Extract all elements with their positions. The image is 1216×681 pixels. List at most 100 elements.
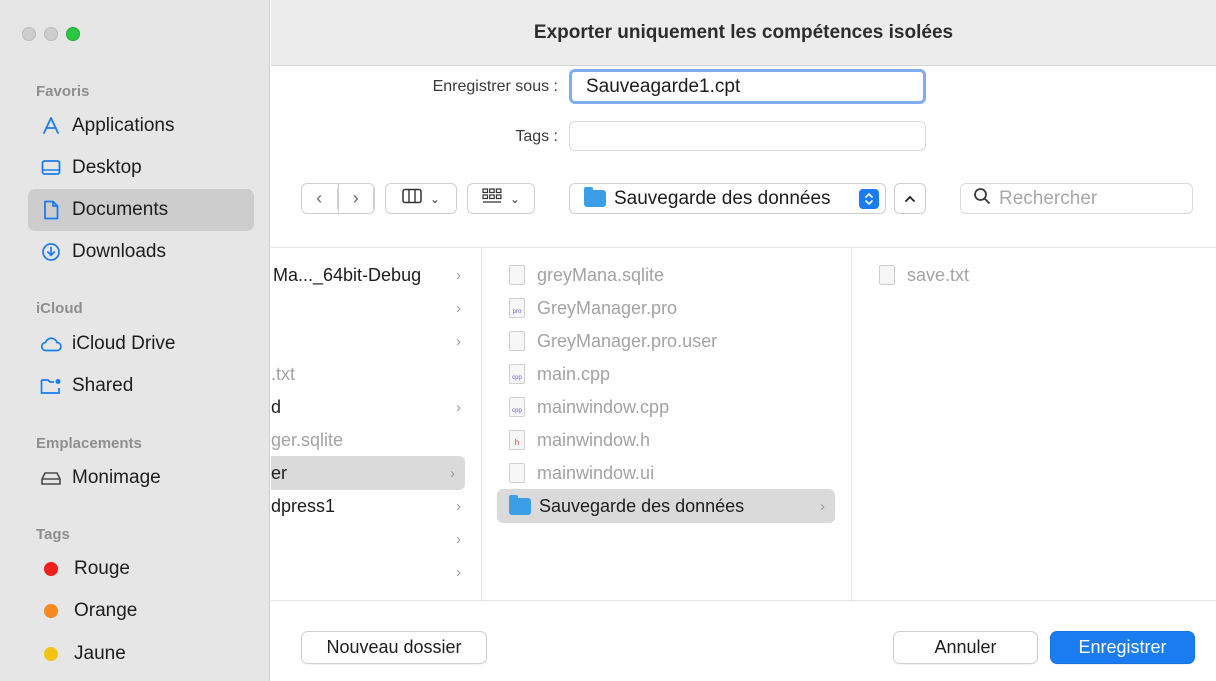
chevron-right-icon: › <box>820 497 825 515</box>
list-item[interactable]: pro GreyManager.pro <box>509 291 839 325</box>
window-controls <box>22 27 80 41</box>
list-item[interactable]: greyMana.sqlite <box>509 258 839 292</box>
file-icon <box>509 463 525 483</box>
list-item[interactable]: › <box>271 291 471 325</box>
sidebar-item-label: Applications <box>72 115 175 136</box>
sidebar-section-favorites: Favoris <box>36 83 90 100</box>
chevron-right-icon: › <box>456 563 461 581</box>
cancel-button[interactable]: Annuler <box>893 631 1038 664</box>
navigation-buttons: ‹ › <box>301 183 375 214</box>
sidebar-item-documents[interactable]: Documents <box>28 189 254 231</box>
chevron-up-icon <box>904 190 916 208</box>
sidebar-item-downloads[interactable]: Downloads <box>28 231 254 273</box>
list-item[interactable]: mainwindow.ui <box>509 456 839 490</box>
sidebar-item-applications[interactable]: Applications <box>28 105 254 147</box>
sidebar-item-tag-orange[interactable]: Orange <box>28 590 254 632</box>
download-icon <box>40 241 62 263</box>
red-tag-icon <box>44 562 58 576</box>
sidebar-item-tag-rouge[interactable]: Rouge <box>28 548 254 590</box>
list-item-selected[interactable]: er › <box>271 456 465 490</box>
sidebar-item-label: Rouge <box>74 558 130 579</box>
sidebar-item-label: Downloads <box>72 241 166 262</box>
orange-tag-icon <box>44 604 58 618</box>
window-title: Exporter uniquement les compétences isol… <box>271 0 1216 66</box>
disk-icon <box>40 467 62 489</box>
sidebar-section-locations: Emplacements <box>36 435 142 452</box>
sidebar-item-tag-jaune[interactable]: Jaune <box>28 633 254 675</box>
header-file-icon: h <box>509 430 525 450</box>
columns-view-icon <box>402 188 422 209</box>
back-button[interactable]: ‹ <box>302 184 339 213</box>
list-item[interactable]: Ma..._64bit-Debug › <box>271 258 471 292</box>
desktop-icon <box>40 157 62 179</box>
view-mode-button[interactable]: ⌄ <box>385 183 457 214</box>
search-placeholder: Rechercher <box>999 187 1098 209</box>
chevron-right-icon: › <box>456 398 461 416</box>
folder-icon <box>509 494 531 515</box>
sidebar-item-icloud-drive[interactable]: iCloud Drive <box>28 323 254 365</box>
applications-icon <box>40 115 62 137</box>
column-browser: Ma..._64bit-Debug › › › .txt d › ger.sqlit… <box>271 247 1216 602</box>
sidebar-item-label: Documents <box>72 199 169 220</box>
chevron-right-icon: › <box>456 530 461 548</box>
text-file-icon <box>879 265 895 285</box>
sidebar-item-label: Shared <box>72 375 134 396</box>
list-item[interactable]: ger.sqlite <box>271 423 471 457</box>
list-item[interactable]: save.txt <box>879 258 1199 292</box>
list-item[interactable]: GreyManager.pro.user <box>509 324 839 358</box>
chevron-right-icon: › <box>339 188 374 209</box>
list-item[interactable]: cpp main.cpp <box>509 357 839 391</box>
tags-label: Tags : <box>515 128 558 145</box>
zoom-window-button[interactable] <box>66 27 80 41</box>
save-as-input[interactable] <box>569 69 926 104</box>
chevron-right-icon: › <box>450 464 455 482</box>
search-field[interactable]: Rechercher <box>960 183 1193 214</box>
cpp-file-icon: cpp <box>509 364 525 384</box>
sidebar-item-label: Orange <box>74 600 138 621</box>
pro-file-icon: pro <box>509 298 525 318</box>
close-window-button[interactable] <box>22 27 36 41</box>
cloud-icon <box>40 333 62 355</box>
list-item[interactable]: dpress1 › <box>271 489 471 523</box>
sidebar-section-icloud: iCloud <box>36 300 83 317</box>
new-folder-button[interactable]: Nouveau dossier <box>301 631 487 664</box>
sidebar-section-tags: Tags <box>36 526 70 543</box>
chevron-down-icon: ⌄ <box>429 191 441 206</box>
sidebar-item-label: Desktop <box>72 157 142 178</box>
folder-icon <box>584 187 606 207</box>
grid-icon <box>482 188 502 209</box>
list-item[interactable]: d › <box>271 390 471 424</box>
sidebar: Favoris Applications Desktop Documents D… <box>0 0 270 681</box>
file-icon <box>509 331 525 351</box>
search-icon <box>973 187 991 211</box>
expand-toggle-button[interactable] <box>894 183 926 214</box>
chevron-right-icon: › <box>456 332 461 350</box>
list-item-selected[interactable]: Sauvegarde des données › <box>497 489 835 523</box>
document-icon <box>40 199 62 221</box>
forward-button[interactable]: › <box>339 184 374 213</box>
save-button[interactable]: Enregistrer <box>1050 631 1195 664</box>
location-popup[interactable]: Sauvegarde des données <box>569 183 886 214</box>
database-file-icon <box>509 265 525 285</box>
sidebar-item-monimage[interactable]: Monimage <box>28 457 254 499</box>
chevron-right-icon: › <box>456 497 461 515</box>
sidebar-item-desktop[interactable]: Desktop <box>28 147 254 189</box>
sidebar-item-label: Jaune <box>74 643 126 664</box>
list-item[interactable]: cpp mainwindow.cpp <box>509 390 839 424</box>
save-as-label: Enregistrer sous : <box>432 78 558 95</box>
sidebar-item-label: Monimage <box>72 467 161 488</box>
yellow-tag-icon <box>44 647 58 661</box>
minimize-window-button[interactable] <box>44 27 58 41</box>
sidebar-item-shared[interactable]: Shared <box>28 365 254 407</box>
tags-input[interactable] <box>569 121 926 151</box>
list-item[interactable]: .txt <box>271 357 471 391</box>
sidebar-item-label: iCloud Drive <box>72 333 176 354</box>
chevron-right-icon: › <box>456 299 461 317</box>
list-item[interactable]: › <box>271 522 471 556</box>
list-item[interactable]: h mainwindow.h <box>509 423 839 457</box>
chevron-left-icon: ‹ <box>302 188 338 209</box>
list-item[interactable]: › <box>271 324 471 358</box>
up-down-chevron-icon <box>859 189 879 209</box>
group-by-button[interactable]: ⌄ <box>467 183 535 214</box>
list-item[interactable]: › <box>271 555 471 589</box>
